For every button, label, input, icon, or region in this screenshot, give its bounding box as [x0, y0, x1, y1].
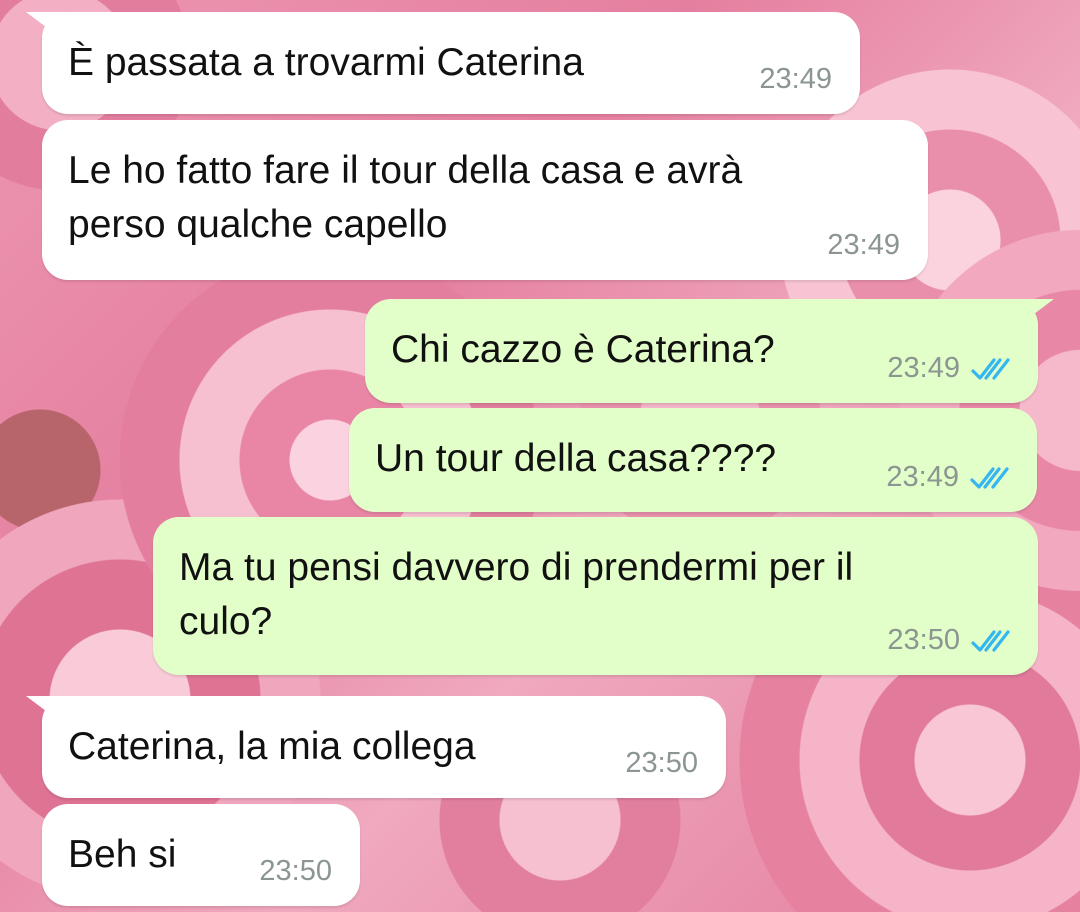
message-meta: 23:50 [625, 747, 698, 780]
message-outgoing[interactable]: Ma tu pensi davvero di prendermi per il … [153, 517, 1038, 675]
message-text: Un tour della casa???? [375, 437, 777, 480]
message-timestamp: 23:50 [887, 624, 960, 656]
message-text: Ma tu pensi davvero di prendermi per il … [179, 546, 854, 643]
message-incoming[interactable]: È passata a trovarmi Caterina 23:49 [26, 12, 860, 114]
message-timestamp: 23:49 [759, 63, 832, 95]
message-text: Caterina, la mia collega [68, 725, 476, 768]
double-check-icon [971, 357, 1010, 380]
message-incoming[interactable]: Beh si 23:50 [42, 804, 360, 906]
message-outgoing[interactable]: Un tour della casa???? 23:49 [349, 408, 1037, 512]
message-meta: 23:49 [827, 229, 900, 262]
message-outgoing[interactable]: Chi cazzo è Caterina? 23:49 [365, 299, 1054, 403]
message-timestamp: 23:50 [259, 855, 332, 887]
message-timestamp: 23:49 [887, 352, 960, 384]
double-check-icon [971, 629, 1010, 652]
message-timestamp: 23:49 [886, 461, 959, 493]
message-meta: 23:50 [259, 855, 332, 888]
message-incoming[interactable]: Le ho fatto fare il tour della casa e av… [42, 120, 928, 280]
message-meta: 23:49 [887, 352, 1014, 385]
message-meta: 23:50 [887, 624, 1014, 657]
message-text: Chi cazzo è Caterina? [391, 328, 775, 371]
message-timestamp: 23:49 [827, 229, 900, 261]
message-text: Beh si [68, 833, 177, 876]
message-meta: 23:49 [886, 461, 1013, 494]
message-text: Le ho fatto fare il tour della casa e av… [68, 149, 743, 246]
message-timestamp: 23:50 [625, 747, 698, 779]
message-incoming[interactable]: Caterina, la mia collega 23:50 [26, 696, 726, 798]
double-check-icon [970, 466, 1009, 489]
message-text: È passata a trovarmi Caterina [68, 41, 584, 84]
message-meta: 23:49 [759, 63, 832, 96]
